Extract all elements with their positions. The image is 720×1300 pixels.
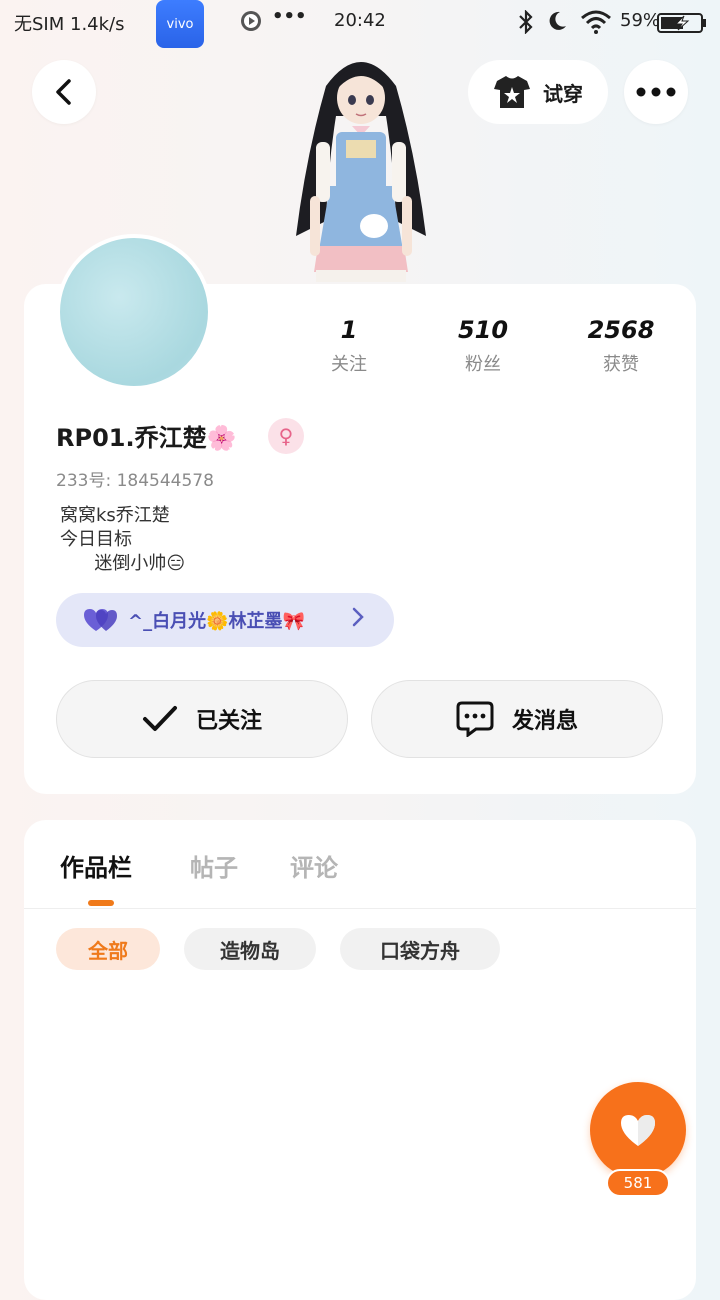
chevron-right-icon bbox=[352, 607, 364, 632]
try-on-label: 试穿 bbox=[543, 81, 583, 106]
username: RP01.乔江楚🌸 bbox=[56, 424, 237, 452]
filter-chip-pocket-ark[interactable]: 口袋方舟 bbox=[340, 928, 500, 970]
stat-following-label: 关注 bbox=[331, 354, 367, 375]
guild-name: ^_白月光🌼林芷墨🎀 bbox=[128, 611, 305, 632]
send-message-label: 发消息 bbox=[511, 709, 578, 734]
more-dots-icon bbox=[636, 87, 676, 97]
more-options-button[interactable] bbox=[624, 60, 688, 124]
profile-avatar[interactable] bbox=[56, 234, 212, 390]
stat-likes-count: 2568 bbox=[587, 316, 655, 344]
filter-chip-all[interactable]: 全部 bbox=[56, 928, 160, 970]
stat-followers[interactable]: 510 粉丝 bbox=[428, 316, 538, 376]
send-message-button[interactable]: 发消息 bbox=[371, 680, 663, 758]
heart-icon bbox=[621, 1115, 655, 1146]
tab-posts[interactable]: 帖子 bbox=[190, 848, 238, 883]
stat-followers-label: 粉丝 bbox=[465, 354, 501, 375]
stat-likes-label: 获赞 bbox=[603, 354, 639, 375]
filter-chip-creation-island[interactable]: 造物岛 bbox=[184, 928, 316, 970]
back-arrow-icon bbox=[56, 79, 71, 105]
carrier-speed: 无SIM 1.4k/s bbox=[14, 14, 125, 35]
stat-likes[interactable]: 2568 获赞 bbox=[566, 316, 676, 376]
female-gender-icon: ♀ bbox=[268, 418, 304, 454]
media-icon bbox=[240, 10, 262, 37]
stat-following-count: 1 bbox=[340, 316, 358, 344]
clock: 20:42 bbox=[334, 10, 386, 31]
dress-up-avatar-figure[interactable] bbox=[286, 46, 436, 286]
moon-icon bbox=[546, 10, 568, 37]
user-bio: 窝窝ks乔江楚 今日目标 迷倒小帅😑 bbox=[60, 505, 186, 574]
battery-charging-icon bbox=[656, 12, 708, 39]
try-on-button[interactable]: 试穿 bbox=[468, 60, 608, 124]
following-label: 已关注 bbox=[195, 709, 262, 734]
back-button[interactable] bbox=[32, 60, 96, 124]
guild-badge[interactable]: ^_白月光🌼林芷墨🎀 bbox=[56, 593, 394, 647]
user-id[interactable]: 233号: 184544578 bbox=[56, 466, 214, 491]
tab-works[interactable]: 作品栏 bbox=[60, 848, 132, 883]
bluetooth-icon bbox=[516, 9, 536, 39]
stat-following[interactable]: 1 关注 bbox=[294, 316, 404, 376]
shirt-icon bbox=[494, 76, 530, 108]
status-bar: 无SIM 1.4k/s vivo ••• 20:42 59% bbox=[0, 0, 720, 48]
vivo-app-badge: vivo bbox=[156, 0, 204, 48]
wifi-icon bbox=[580, 10, 612, 39]
checkmark-icon bbox=[142, 706, 177, 731]
tab-comments[interactable]: 评论 bbox=[290, 848, 338, 883]
stat-followers-count: 510 bbox=[457, 316, 509, 344]
battery-percent: 59% bbox=[620, 10, 661, 31]
like-button[interactable] bbox=[590, 1082, 686, 1178]
content-tabs: 作品栏 帖子 评论 bbox=[24, 820, 696, 909]
heart-icon bbox=[84, 609, 117, 631]
following-button[interactable]: 已关注 bbox=[56, 680, 348, 758]
chat-bubble-icon bbox=[456, 701, 494, 737]
like-count: 581 bbox=[606, 1169, 670, 1197]
active-tab-indicator bbox=[88, 900, 114, 906]
more-status-dots: ••• bbox=[272, 6, 307, 27]
